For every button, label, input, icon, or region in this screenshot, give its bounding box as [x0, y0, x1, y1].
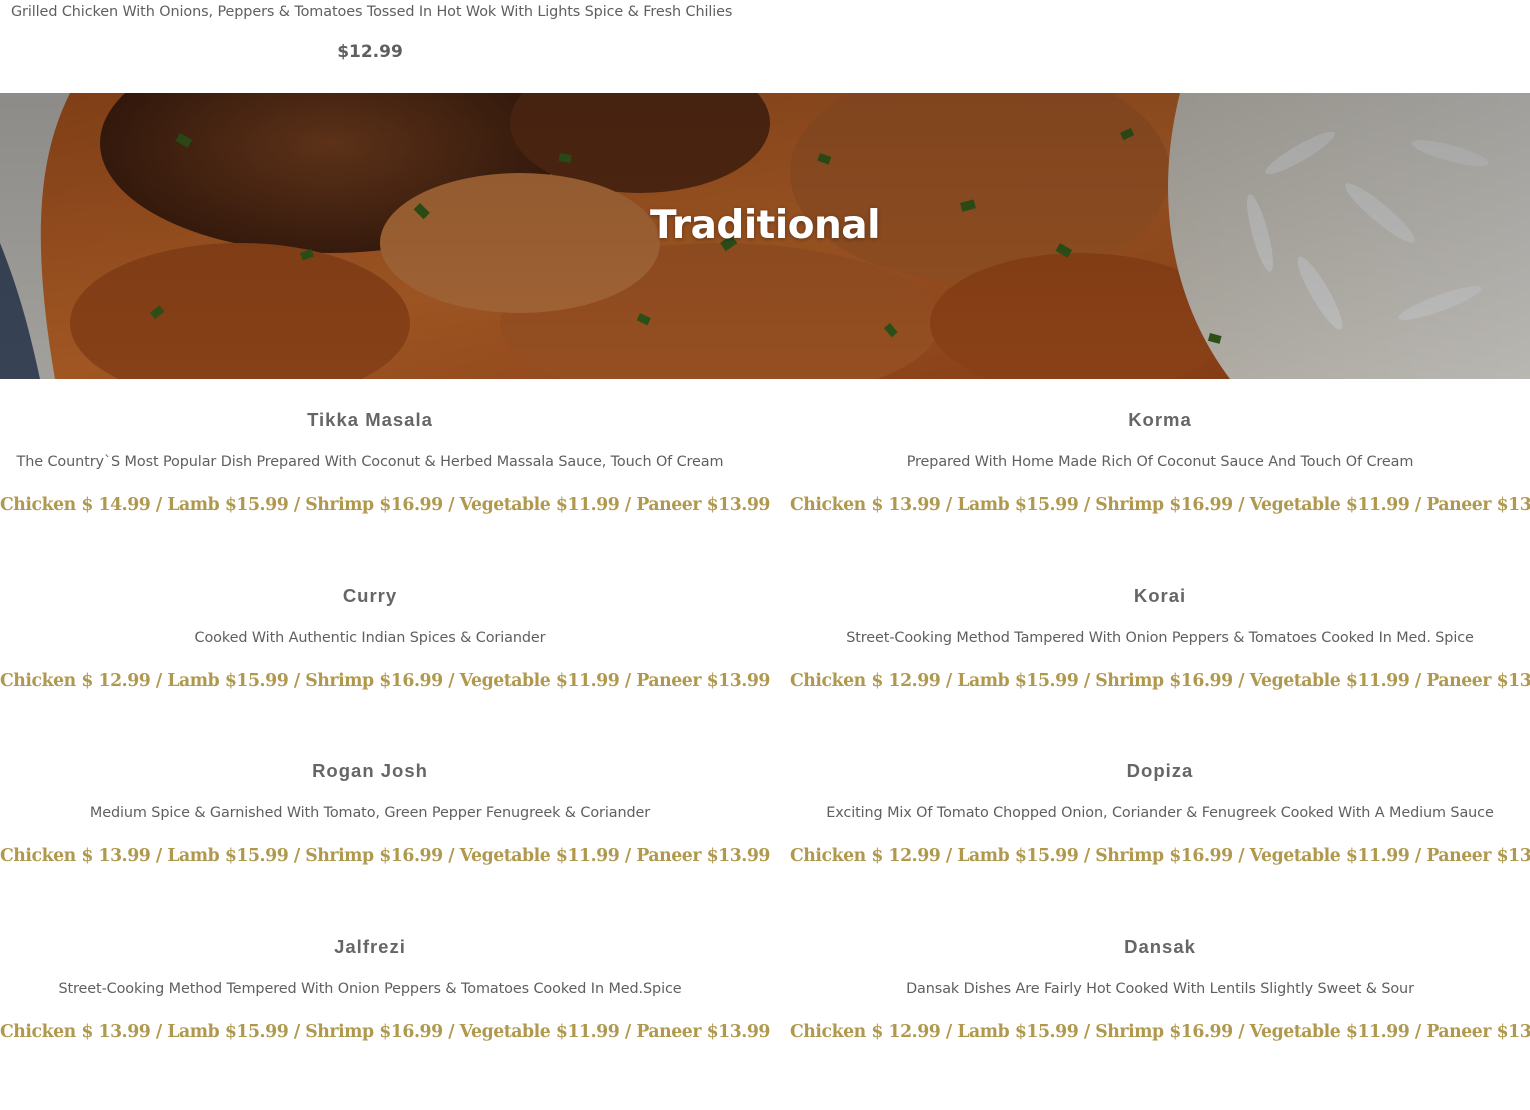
dish-price: Chicken $ 12.99 / Lamb $15.99 / Shrimp $… [0, 671, 771, 691]
dish-name: Curry [342, 585, 398, 606]
dish-price: Chicken $ 13.99 / Lamb $15.99 / Shrimp $… [790, 495, 1530, 515]
dish-description: Dansak Dishes Are Fairly Hot Cooked With… [906, 981, 1414, 997]
menu-item: Dopiza Exciting Mix Of Tomato Chopped On… [790, 730, 1530, 906]
menu-item-top: Grilled Chicken With Onions, Peppers & T… [0, 0, 740, 93]
menu-item: Tikka Masala The Country`S Most Popular … [0, 379, 771, 555]
menu-item: Korai Street-Cooking Method Tampered Wit… [790, 555, 1530, 731]
menu-item: Rogan Josh Medium Spice & Garnished With… [0, 730, 771, 906]
dish-price: Chicken $ 13.99 / Lamb $15.99 / Shrimp $… [0, 1022, 771, 1042]
dish-price: Chicken $ 12.99 / Lamb $15.99 / Shrimp $… [790, 1022, 1530, 1042]
dish-description: Medium Spice & Garnished With Tomato, Gr… [89, 805, 651, 821]
dish-price: Chicken $ 14.99 / Lamb $15.99 / Shrimp $… [0, 495, 771, 515]
dish-price: Chicken $ 13.99 / Lamb $15.99 / Shrimp $… [0, 846, 771, 866]
menu-item: Curry Cooked With Authentic Indian Spice… [0, 555, 771, 731]
dish-price: Chicken $ 12.99 / Lamb $15.99 / Shrimp $… [790, 671, 1530, 691]
dish-description: The Country`S Most Popular Dish Prepared… [16, 454, 724, 470]
dish-description: Prepared With Home Made Rich Of Coconut … [906, 454, 1414, 470]
dish-name: Tikka Masala [307, 409, 433, 430]
dish-description: Grilled Chicken With Onions, Peppers & T… [11, 4, 733, 20]
dish-description: Cooked With Authentic Indian Spices & Co… [194, 630, 546, 646]
menu-item: Korma Prepared With Home Made Rich Of Co… [790, 379, 1530, 555]
dish-name: Korma [1128, 409, 1192, 430]
dish-name: Rogan Josh [312, 760, 428, 781]
section-banner-traditional: Traditional [0, 93, 1530, 379]
dish-description: Street-Cooking Method Tempered With Onio… [58, 981, 682, 997]
section-title: Traditional [650, 203, 880, 248]
dish-description: Exciting Mix Of Tomato Chopped Onion, Co… [826, 805, 1494, 821]
dish-name: Korai [1133, 585, 1187, 606]
menu-item: Dansak Dansak Dishes Are Fairly Hot Cook… [790, 906, 1530, 1082]
dish-price: Chicken $ 12.99 / Lamb $15.99 / Shrimp $… [790, 846, 1530, 866]
dish-name: Jalfrezi [334, 936, 406, 957]
dish-description: Street-Cooking Method Tampered With Onio… [846, 630, 1474, 646]
menu-item: Jalfrezi Street-Cooking Method Tempered … [0, 906, 771, 1082]
dish-price: $12.99 [337, 42, 403, 62]
dish-name: Dansak [1124, 936, 1196, 957]
dish-name: Dopiza [1126, 760, 1194, 781]
